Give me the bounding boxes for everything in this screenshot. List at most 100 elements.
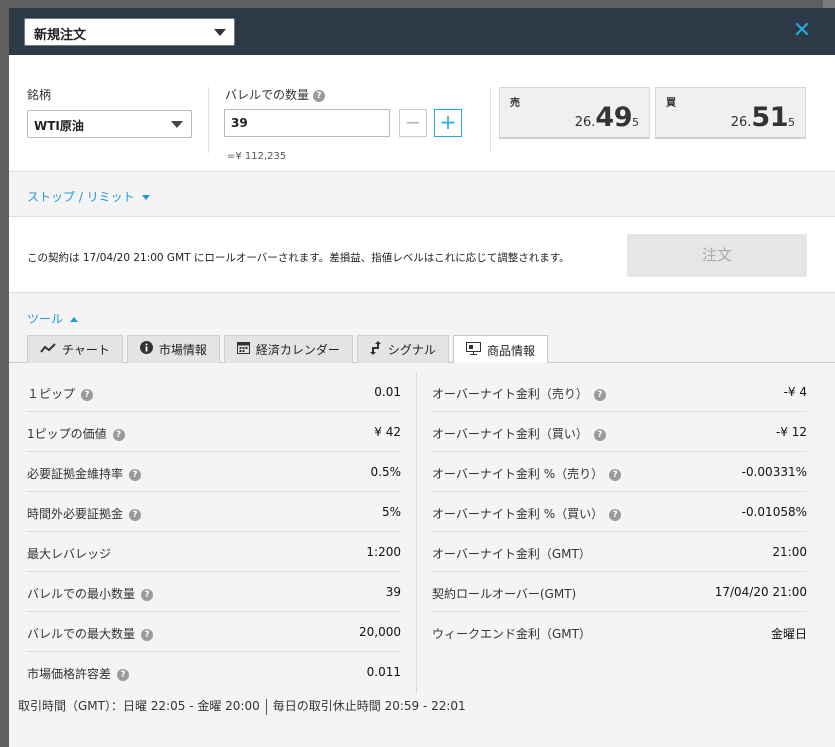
info-icon (139, 341, 153, 358)
info-key: 必要証拠金維持率? (27, 465, 142, 482)
help-icon[interactable]: ? (112, 428, 125, 441)
info-row: 1ピップの価値? ¥ 42 (27, 412, 401, 452)
info-column-left: １ピップ? 0.01 1ピップの価値? ¥ 42 必要証拠金維持率? 0.5% 時間外必要証… (27, 372, 401, 692)
info-value: 21:00 (772, 545, 807, 559)
help-icon[interactable]: ? (141, 628, 154, 641)
info-key-text: オーバーナイト金利 %（買い） (432, 507, 604, 521)
info-key-text: 時間外必要証拠金 (27, 507, 124, 521)
info-value: 0.5% (370, 465, 402, 479)
info-value: -¥ 4 (783, 385, 807, 399)
info-key: オーバーナイト金利 %（買い）? (432, 505, 622, 522)
info-key: 契約ロールオーバー(GMT) (432, 585, 576, 602)
tools-toggle[interactable]: ツール (27, 310, 79, 327)
info-value: 5% (381, 505, 401, 519)
sell-price-sup: 5 (632, 116, 639, 129)
info-value: -0.01058% (741, 505, 807, 519)
info-key-text: 最大レバレッジ (27, 547, 112, 561)
divider (416, 372, 417, 694)
info-row: ウィークエンド金利（GMT） 金曜日 (432, 612, 807, 652)
stop-limit-section: ストップ / リミット (9, 172, 835, 217)
help-icon[interactable]: ? (141, 588, 154, 601)
order-type-select[interactable]: 新規注文 (24, 18, 235, 46)
buy-price-button[interactable]: 買 26.515 (655, 87, 806, 139)
trading-hours-footer: 取引時間（GMT）：日曜 22:05 - 金曜 20:00 毎日の取引休止時間 2… (18, 697, 466, 715)
stop-limit-toggle[interactable]: ストップ / リミット (27, 188, 150, 205)
help-icon[interactable]: ? (313, 89, 326, 102)
tab-label: 市場情報 (158, 343, 207, 357)
info-row: 必要証拠金維持率? 0.5% (27, 452, 401, 492)
place-order-button[interactable]: 注文 (627, 234, 807, 277)
help-icon[interactable]: ? (593, 388, 606, 401)
tab-signals[interactable]: シグナル (356, 335, 449, 363)
tab-product-info[interactable]: 商品情報 (452, 335, 548, 365)
sell-price-button[interactable]: 売 26.495 (499, 87, 650, 139)
product-info-panel: １ピップ? 0.01 1ピップの価値? ¥ 42 必要証拠金維持率? 0.5% 時間外必要証… (9, 363, 835, 694)
info-row: オーバーナイト金利 %（買い）? -0.01058% (432, 492, 807, 532)
symbol-value: WTI原油 (34, 119, 84, 133)
help-icon[interactable]: ? (129, 508, 142, 521)
tools-label: ツール (27, 312, 64, 326)
tools-tabs: チャート 市場情報 経済カレンダー シグナル 商品情報 (27, 335, 552, 365)
order-type-label: 新規注文 (34, 28, 87, 43)
presentation-icon (465, 342, 481, 359)
info-key: 最大レバレッジ (27, 545, 111, 562)
quantity-label: バレルでの数量 (225, 88, 310, 102)
info-value: 17/04/20 21:00 (714, 585, 807, 599)
info-key: バレルでの最小数量? (27, 585, 154, 602)
info-value: -¥ 12 (775, 425, 807, 439)
chevron-down-icon (214, 29, 226, 36)
info-row: 時間外必要証拠金? 5% (27, 492, 401, 532)
buy-price: 26.515 (731, 102, 795, 133)
help-icon[interactable]: ? (117, 668, 130, 681)
info-key-text: オーバーナイト金利（買い） (432, 427, 588, 441)
tab-chart[interactable]: チャート (27, 335, 123, 363)
stop-limit-label: ストップ / リミット (27, 190, 135, 204)
buy-price-big: 51 (751, 102, 788, 133)
chevron-down-icon (171, 121, 183, 128)
divider (265, 698, 267, 715)
help-icon[interactable]: ? (81, 388, 94, 401)
info-value: 39 (385, 585, 401, 599)
rollover-notice: この契約は 17/04/20 21:00 GMT にロールオーバーされます。差損… (9, 217, 835, 293)
help-icon[interactable]: ? (609, 508, 622, 521)
help-icon[interactable]: ? (609, 468, 622, 481)
quantity-label-wrap: バレルでの数量? (225, 86, 326, 103)
chart-line-icon (40, 342, 56, 358)
quantity-input[interactable]: 39 (224, 109, 390, 137)
symbol-select[interactable]: WTI原油 (27, 110, 192, 138)
info-key: 市場価格許容差? (27, 665, 130, 682)
tab-label: シグナル (387, 343, 436, 357)
info-row: オーバーナイト金利（売り）? -¥ 4 (432, 372, 807, 412)
triangle-down-icon (141, 195, 150, 200)
approx-value: =¥ 112,235 (227, 151, 287, 162)
trading-hours: 取引時間（GMT）：日曜 22:05 - 金曜 20:00 (18, 699, 260, 713)
info-key: １ピップ? (27, 385, 94, 402)
info-column-right: オーバーナイト金利（売り）? -¥ 4 オーバーナイト金利（買い）? -¥ 12 オーバ… (432, 372, 807, 652)
info-key: 時間外必要証拠金? (27, 505, 142, 522)
tab-economic-calendar[interactable]: 経済カレンダー (223, 335, 353, 363)
info-key-text: 市場価格許容差 (27, 667, 112, 681)
tab-label: 経済カレンダー (255, 343, 340, 357)
calendar-icon (236, 341, 250, 358)
help-icon[interactable]: ? (593, 428, 606, 441)
help-icon[interactable]: ? (129, 468, 142, 481)
quantity-decrement-button[interactable]: − (399, 109, 427, 137)
info-key: オーバーナイト金利 %（売り）? (432, 465, 622, 482)
info-key: バレルでの最大数量? (27, 625, 154, 642)
info-key-text: ウィークエンド金利（GMT） (432, 627, 591, 641)
close-icon[interactable]: ✕ (791, 20, 813, 42)
quantity-value: 39 (231, 116, 248, 130)
info-row: オーバーナイト金利（GMT） 21:00 (432, 532, 807, 572)
order-section: 銘柄 WTI原油 バレルでの数量? 39 − + =¥ 112,235 売 26… (9, 55, 835, 172)
info-value: 1:200 (366, 545, 401, 559)
buy-price-small: 26. (730, 115, 752, 130)
buy-label: 買 (666, 98, 676, 109)
quantity-increment-button[interactable]: + (434, 109, 462, 137)
info-key-text: オーバーナイト金利（GMT） (432, 547, 591, 561)
info-row: オーバーナイト金利（買い）? -¥ 12 (432, 412, 807, 452)
tab-market-info[interactable]: 市場情報 (126, 335, 220, 363)
buy-price-sup: 5 (788, 116, 795, 129)
tab-label: チャート (62, 343, 110, 357)
info-value: 0.011 (366, 665, 401, 679)
info-key-text: 契約ロールオーバー(GMT) (432, 587, 577, 601)
